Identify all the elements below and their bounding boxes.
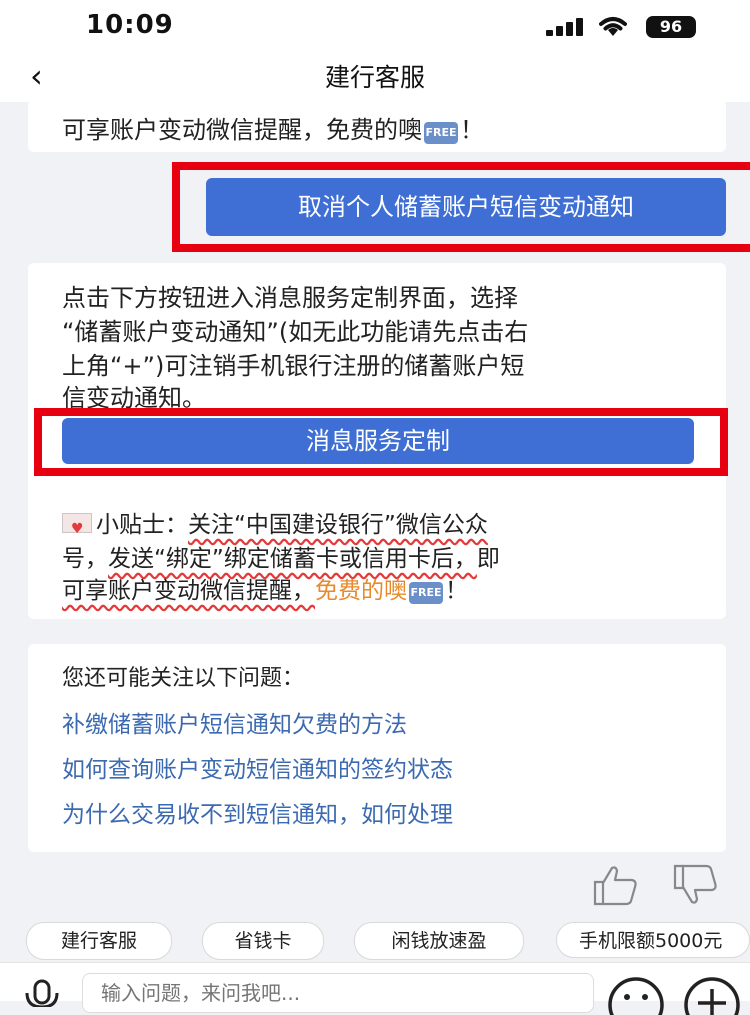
- tip-text: ！: [445, 578, 468, 604]
- user-message-bubble[interactable]: 取消个人储蓄账户短信变动通知: [206, 178, 726, 236]
- tip-line: 可享账户变动微信提醒，免费的噢 FREE！: [62, 574, 468, 608]
- tip-text: 发送“绑定”绑定储蓄卡或信用卡后，: [108, 546, 477, 572]
- tip-text: 可享账户变动微信提醒，: [62, 578, 315, 604]
- quick-reply-chip[interactable]: 建行客服: [26, 922, 172, 960]
- cellular-signal-icon: [546, 18, 588, 36]
- answer-line: 点击下方按钮进入消息服务定制界面，选择: [62, 284, 518, 312]
- message-text: 可享账户变动微信提醒，免费的噢 FREE！: [62, 110, 484, 145]
- answer-line: 上角“+”)可注销手机银行注册的储蓄账户短: [62, 352, 525, 380]
- nav-bar: ‹ 建行客服: [0, 52, 750, 102]
- tip-free-text: 免费的噢: [315, 578, 407, 604]
- status-bar: 10:09 96: [0, 0, 750, 52]
- battery-icon: 96: [646, 16, 696, 38]
- quick-reply-chips: 建行客服 省钱卡 闲钱放速盈 手机限额5000元: [0, 918, 750, 962]
- related-question-link[interactable]: 如何查询账户变动短信通知的签约状态: [62, 750, 453, 784]
- quick-reply-chip[interactable]: 手机限额5000元: [556, 922, 750, 958]
- related-question-link[interactable]: 为什么交易收不到短信通知，如何处理: [62, 795, 453, 829]
- voice-input-icon[interactable]: [22, 977, 64, 1007]
- message-text-part: 可享账户变动微信提醒，免费的噢: [62, 116, 422, 144]
- tip-line: 号，发送“绑定”绑定储蓄卡或信用卡后，即: [62, 542, 500, 576]
- tip-line: 小贴士：关注“中国建设银行”微信公众: [62, 508, 488, 546]
- tip-text: 号，: [62, 546, 108, 572]
- emoji-icon[interactable]: [606, 975, 666, 1015]
- status-time: 10:09: [86, 10, 174, 40]
- quick-reply-chip[interactable]: 闲钱放速盈: [354, 922, 524, 960]
- plus-icon[interactable]: [682, 975, 742, 1015]
- related-title: 您还可能关注以下问题：: [62, 666, 305, 691]
- input-bar: [0, 962, 750, 1015]
- related-question-link[interactable]: 补缴储蓄账户短信通知欠费的方法: [62, 705, 407, 739]
- tip-text: 即: [476, 546, 500, 572]
- thumbs-down-icon[interactable]: [672, 864, 720, 906]
- page-title: 建行客服: [324, 63, 425, 92]
- tip-text: 关注“中国建设银行”微信公众: [188, 512, 488, 538]
- bot-message-card: 可享账户变动微信提醒，免费的噢 FREE！: [28, 100, 726, 152]
- question-input[interactable]: [82, 973, 594, 1013]
- message-service-button[interactable]: 消息服务定制: [62, 418, 694, 464]
- thumbs-up-icon[interactable]: [592, 864, 640, 906]
- free-icon: FREE: [424, 122, 458, 144]
- envelope-heart-icon: [62, 512, 92, 546]
- answer-line: “储蓄账户变动通知”(如无此功能请先点击右: [62, 318, 529, 346]
- quick-reply-chip[interactable]: 省钱卡: [202, 922, 324, 960]
- message-text-part: ！: [460, 116, 484, 144]
- wifi-icon: [599, 17, 627, 36]
- free-icon: FREE: [409, 582, 443, 604]
- tip-label: 小贴士：: [96, 512, 188, 538]
